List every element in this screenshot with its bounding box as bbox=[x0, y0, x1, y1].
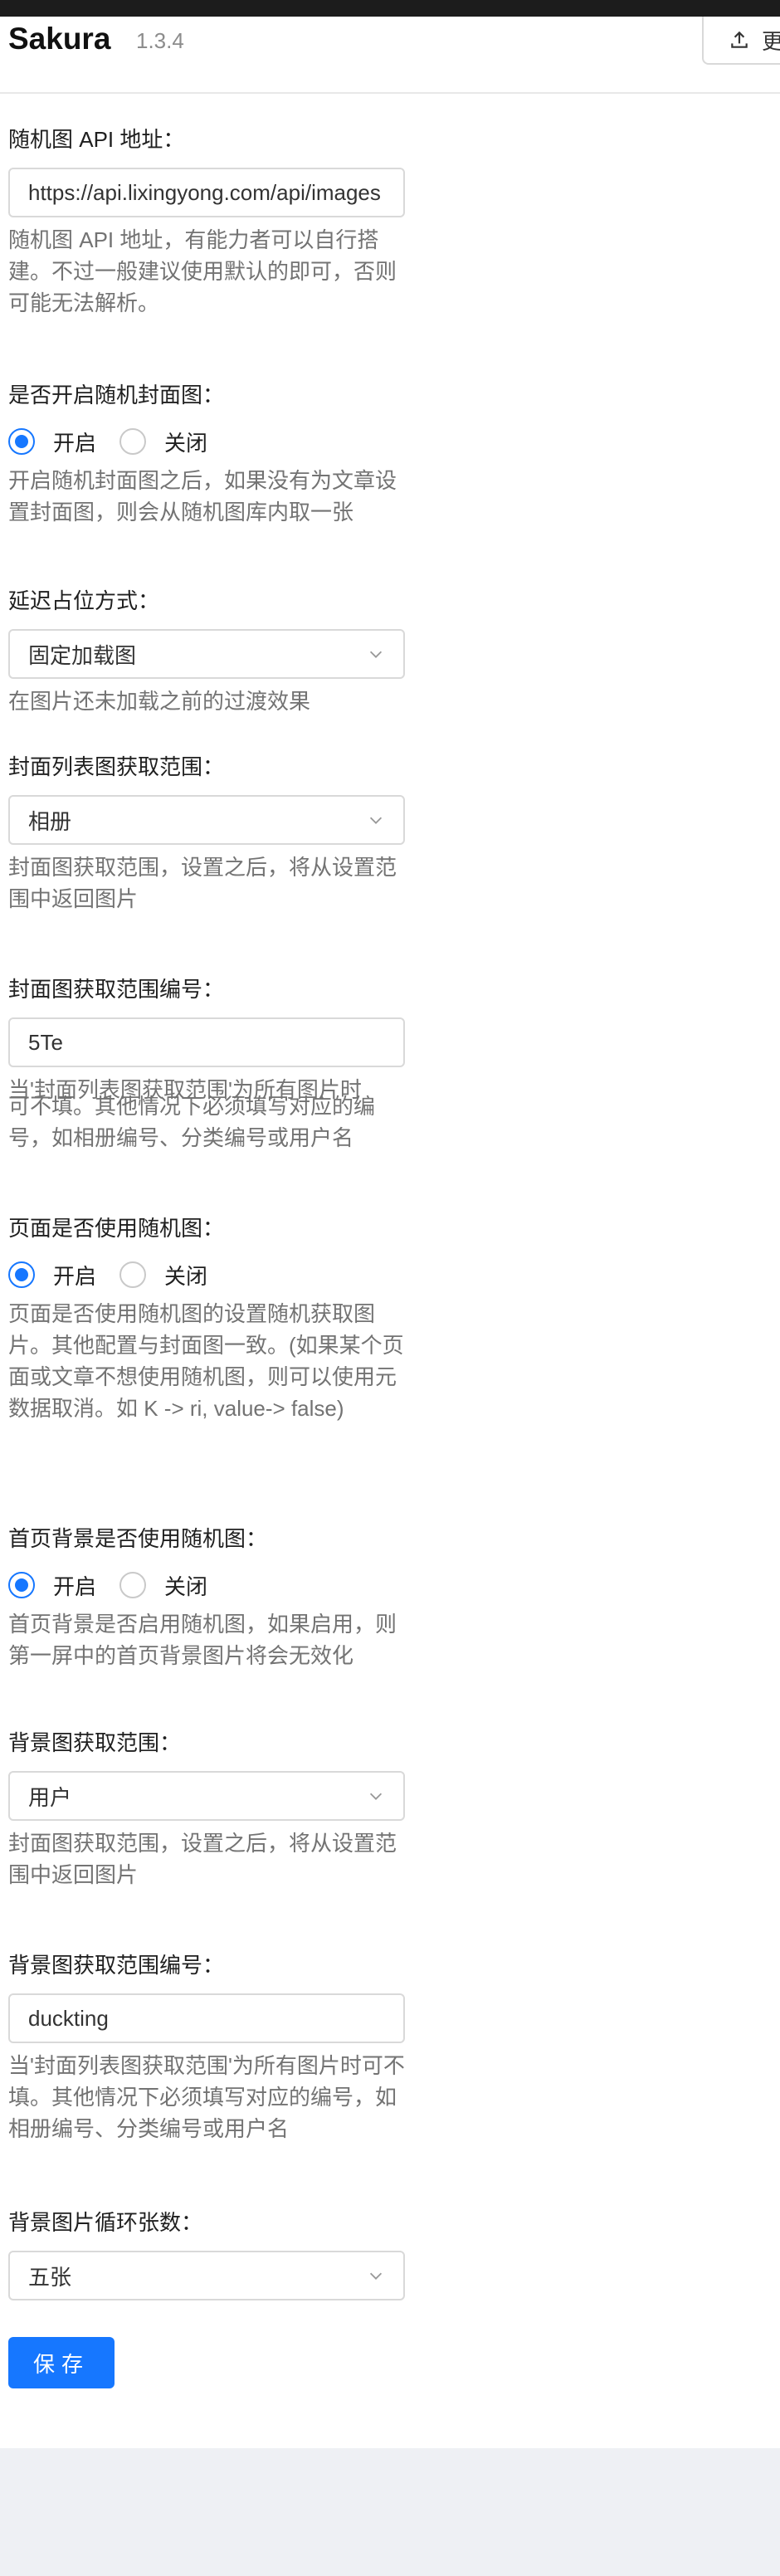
chevron-down-icon bbox=[369, 2272, 383, 2280]
save-button[interactable]: 保存 bbox=[8, 2337, 115, 2388]
page-footer-area bbox=[0, 2448, 780, 2576]
lazy-placeholder-label: 延迟占位方式： bbox=[8, 588, 160, 613]
app-title: Sakura bbox=[8, 22, 111, 56]
app-header: Sakura 1.3.4 更 bbox=[0, 17, 780, 94]
random-cover-radio-group: 开启 关闭 bbox=[8, 425, 231, 458]
random-cover-option-off[interactable]: 关闭 bbox=[119, 427, 207, 457]
page-random-option-off[interactable]: 关闭 bbox=[119, 1260, 207, 1290]
upload-icon bbox=[731, 31, 748, 48]
chevron-down-icon bbox=[369, 651, 383, 658]
random-cover-help: 开启随机封面图之后，如果没有为文章设置封面图，则会从随机图库内取一张 bbox=[8, 468, 397, 524]
bg-loop-count-label: 背景图片循环张数： bbox=[8, 2210, 203, 2235]
cover-range-id-help-line: 号，如相册编号、分类编号或用户名 bbox=[8, 1125, 354, 1150]
cover-range-id-input[interactable]: 5Te bbox=[8, 1017, 405, 1067]
cover-range-id-help-line: 可不填。其他情况下必须填写对应的编 bbox=[8, 1094, 376, 1119]
window-top-bar bbox=[0, 0, 780, 17]
chevron-down-icon bbox=[369, 1793, 383, 1800]
home-bg-random-option-on[interactable]: 开启 bbox=[8, 1570, 96, 1601]
radio-unchecked-icon bbox=[119, 428, 147, 455]
random-cover-label: 是否开启随机封面图： bbox=[8, 383, 225, 407]
radio-checked-icon bbox=[8, 1261, 35, 1288]
bg-loop-count-value: 五张 bbox=[28, 2264, 72, 2290]
radio-checked-icon bbox=[8, 428, 35, 455]
radio-unchecked-icon bbox=[119, 1572, 147, 1598]
bg-range-id-help: 当'封面列表图获取范围'为所有图片时可不填。其他情况下必须填写对应的编号，如相册… bbox=[8, 2053, 405, 2141]
home-bg-random-radio-group: 开启 关闭 bbox=[8, 1569, 231, 1602]
cover-range-help: 封面图获取范围，设置之后，将从设置范围中返回图片 bbox=[8, 855, 397, 911]
cover-range-id-help: 当'封面列表图获取范围'为所有图片时 可不填。其他情况下必须填写对应的编 号，如… bbox=[8, 1074, 407, 1154]
random-cover-option-on[interactable]: 开启 bbox=[8, 427, 96, 457]
random-api-label: 随机图 API 地址： bbox=[8, 127, 185, 152]
app-version: 1.3.4 bbox=[136, 28, 184, 53]
random-api-help: 随机图 API 地址，有能力者可以自行搭建。不过一般建议使用默认的即可，否则可能… bbox=[8, 227, 397, 315]
upload-button-label: 更 bbox=[762, 28, 780, 54]
bg-range-id-label: 背景图获取范围编号： bbox=[8, 1953, 225, 1978]
lazy-placeholder-select[interactable]: 固定加载图 bbox=[8, 629, 405, 679]
bg-range-label: 背景图获取范围： bbox=[8, 1730, 182, 1755]
radio-checked-icon bbox=[8, 1572, 35, 1598]
home-bg-random-label: 首页背景是否使用随机图： bbox=[8, 1526, 268, 1551]
lazy-placeholder-value: 固定加载图 bbox=[28, 642, 137, 668]
page-random-help: 页面是否使用随机图的设置随机获取图片。其他配置与封面图一致。(如果某个页面或文章… bbox=[8, 1301, 404, 1421]
lazy-placeholder-help: 在图片还未加载之前的过渡效果 bbox=[8, 689, 311, 714]
random-api-input[interactable]: https://api.lixingyong.com/api/images bbox=[8, 168, 405, 217]
upload-button[interactable]: 更 bbox=[702, 17, 780, 65]
cover-range-label: 封面列表图获取范围： bbox=[8, 754, 225, 779]
home-bg-random-option-off[interactable]: 关闭 bbox=[119, 1570, 207, 1601]
bg-loop-count-select[interactable]: 五张 bbox=[8, 2251, 405, 2300]
cover-range-value: 相册 bbox=[28, 808, 72, 834]
cover-range-id-help-line: 当'封面列表图获取范围'为所有图片时 bbox=[8, 1077, 362, 1102]
bg-range-id-input[interactable]: duckting bbox=[8, 1993, 405, 2043]
home-bg-random-help: 首页背景是否启用随机图，如果启用，则第一屏中的首页背景图片将会无效化 bbox=[8, 1612, 397, 1668]
chevron-down-icon bbox=[369, 817, 383, 824]
bg-range-value: 用户 bbox=[28, 1784, 72, 1810]
bg-range-select[interactable]: 用户 bbox=[8, 1771, 405, 1821]
radio-unchecked-icon bbox=[119, 1261, 147, 1288]
bg-range-help: 封面图获取范围，设置之后，将从设置范围中返回图片 bbox=[8, 1831, 397, 1887]
page-random-label: 页面是否使用随机图： bbox=[8, 1216, 225, 1241]
page-random-radio-group: 开启 关闭 bbox=[8, 1258, 231, 1291]
cover-range-id-label: 封面图获取范围编号： bbox=[8, 977, 225, 1002]
page-random-option-on[interactable]: 开启 bbox=[8, 1260, 96, 1290]
cover-range-select[interactable]: 相册 bbox=[8, 795, 405, 845]
